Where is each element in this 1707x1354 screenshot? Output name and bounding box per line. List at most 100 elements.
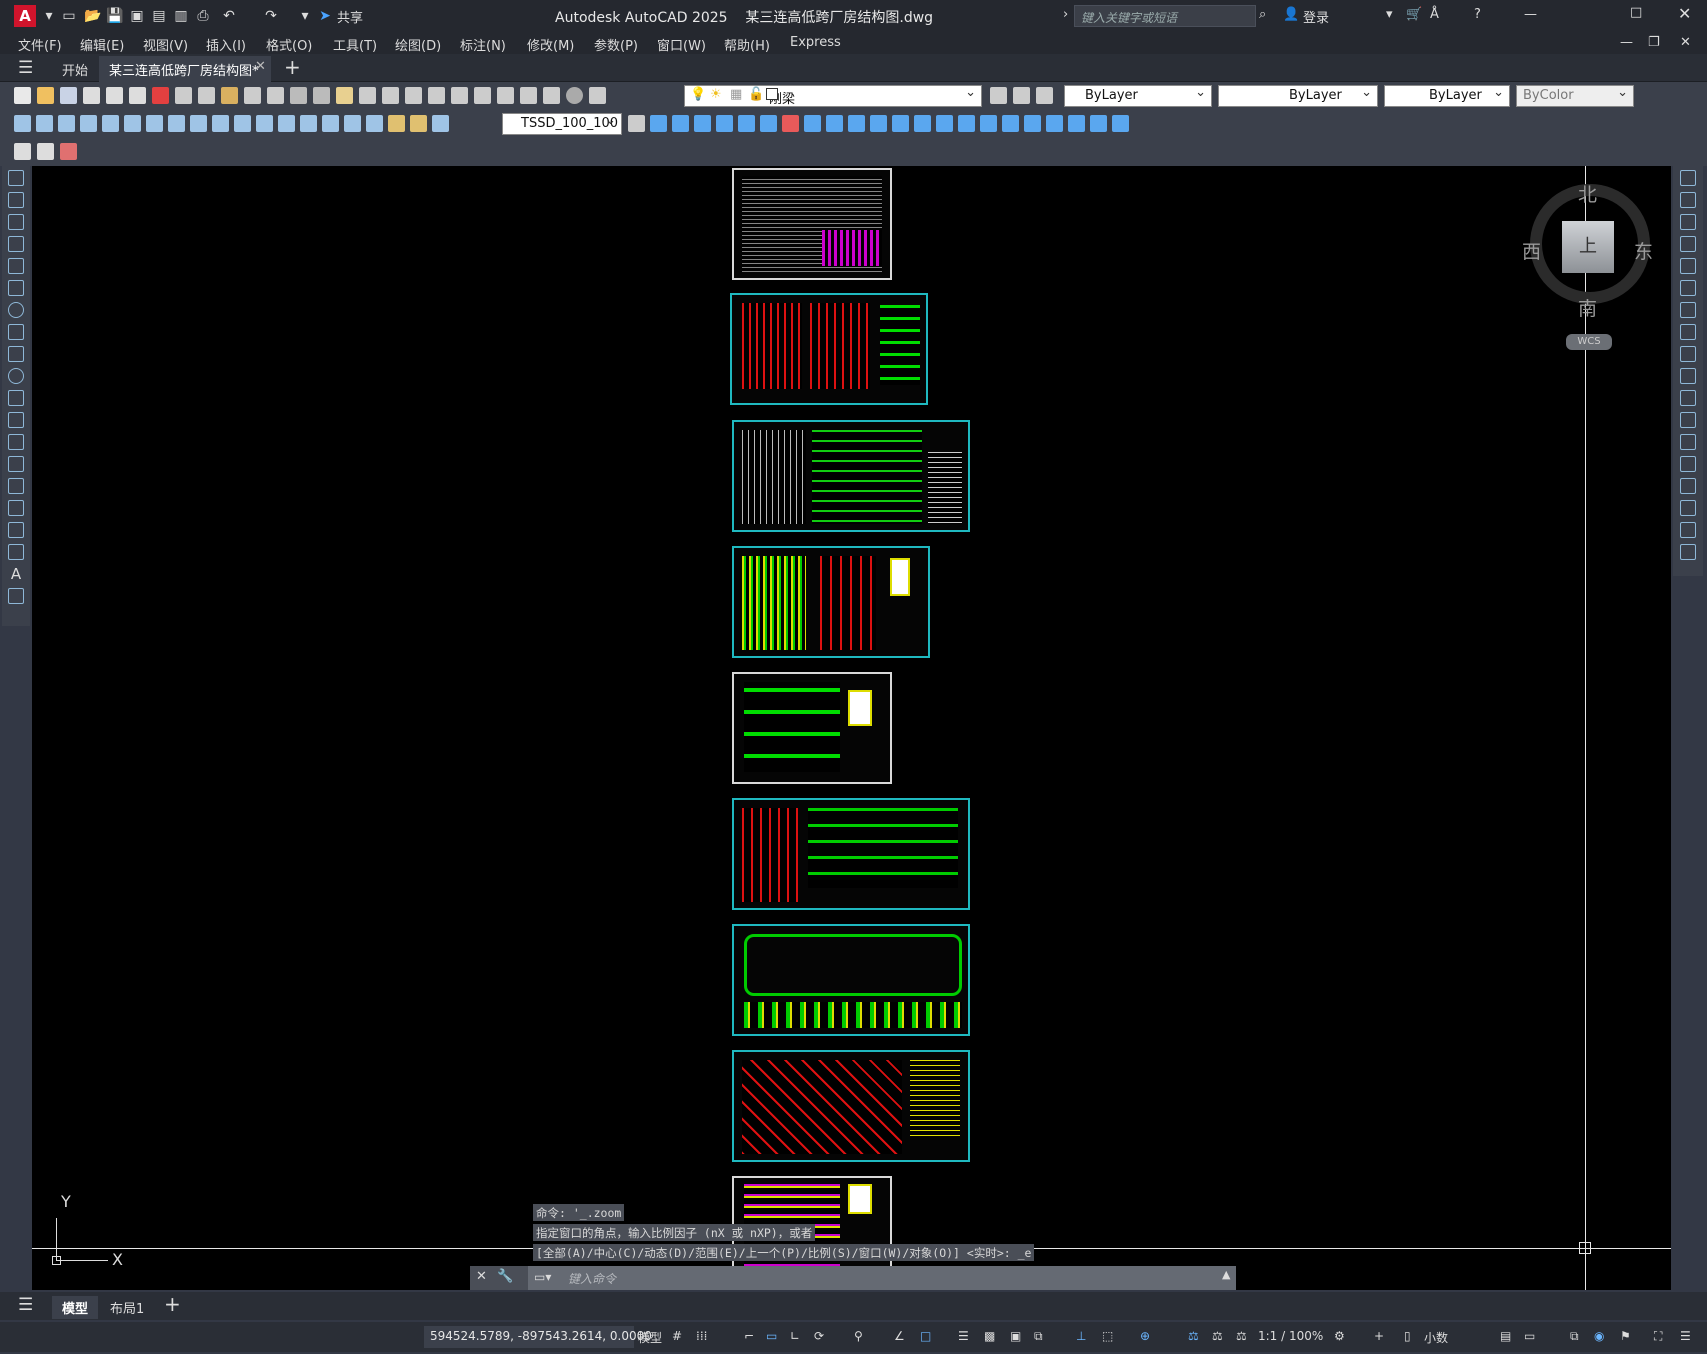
- dim-update-icon[interactable]: [432, 115, 449, 132]
- viewcube-west[interactable]: 西: [1522, 237, 1541, 264]
- extend-icon[interactable]: [870, 115, 887, 132]
- make-block-icon[interactable]: [8, 434, 24, 450]
- copy-icon[interactable]: [198, 87, 215, 104]
- point-icon[interactable]: [8, 456, 24, 472]
- construction-line-icon[interactable]: [8, 192, 24, 208]
- explode-icon[interactable]: [980, 115, 997, 132]
- lineweight-dropdown[interactable]: ByLayer: [1384, 85, 1510, 107]
- break-point-tool-icon[interactable]: [1680, 412, 1696, 428]
- tool-palettes-icon[interactable]: [474, 87, 491, 104]
- add-selected-icon[interactable]: [8, 588, 24, 604]
- gradient-icon[interactable]: [8, 500, 24, 516]
- baseline-dim-icon[interactable]: [212, 115, 229, 132]
- scale-tool-icon[interactable]: [1680, 324, 1696, 340]
- grid-icon[interactable]: #: [672, 1329, 682, 1343]
- quick-properties-icon[interactable]: ▤: [1500, 1329, 1511, 1343]
- infer-constraints-icon[interactable]: ⌐: [744, 1329, 754, 1343]
- help-icon-2[interactable]: [566, 87, 583, 104]
- trim-icon[interactable]: [848, 115, 865, 132]
- layer-dropdown[interactable]: 刚梁: [684, 85, 982, 107]
- layout-menu-icon[interactable]: ☰: [18, 1295, 33, 1315]
- menu-express[interactable]: Express: [790, 35, 841, 50]
- drawing-sheet-7[interactable]: [732, 924, 970, 1036]
- command-customize-wrench-icon[interactable]: 🔧: [497, 1269, 513, 1284]
- help-search-input[interactable]: 键入关键字或短语: [1074, 5, 1256, 27]
- annotation-scale-icon[interactable]: ⚖: [1236, 1329, 1247, 1343]
- sheet-set-icon[interactable]: [497, 87, 514, 104]
- object-snap-icon[interactable]: □: [920, 1329, 931, 1343]
- add-layout-plus-icon[interactable]: +: [164, 1292, 181, 1316]
- radius-dim-icon[interactable]: [102, 115, 119, 132]
- publish-icon[interactable]: [129, 87, 146, 104]
- cut-icon[interactable]: [175, 87, 192, 104]
- table-icon[interactable]: [8, 544, 24, 560]
- login-dropdown-icon[interactable]: ▾: [1386, 7, 1393, 22]
- command-history-toggle-icon[interactable]: ▲: [1222, 1268, 1230, 1281]
- join-tool-icon[interactable]: [1680, 456, 1696, 472]
- circle-icon[interactable]: [8, 302, 24, 318]
- pan-icon[interactable]: [336, 87, 353, 104]
- ungroup-icon[interactable]: [1024, 115, 1041, 132]
- polyline-icon[interactable]: [8, 214, 24, 230]
- rotate-tool-icon[interactable]: [1680, 302, 1696, 318]
- snap-icon[interactable]: ⁞⁞⁞: [696, 1329, 707, 1343]
- draworder-icon[interactable]: [1046, 115, 1063, 132]
- tab-start[interactable]: 开始: [52, 56, 98, 82]
- command-input[interactable]: 键入命令: [528, 1266, 1236, 1290]
- ortho-icon[interactable]: ∟: [790, 1329, 800, 1343]
- inspection-icon[interactable]: [344, 115, 361, 132]
- viewcube-east[interactable]: 东: [1634, 237, 1653, 264]
- gizmo-icon[interactable]: ⊕: [1140, 1329, 1150, 1343]
- mirror-icon[interactable]: [672, 115, 689, 132]
- plotstyle-dropdown[interactable]: ByColor: [1516, 85, 1634, 107]
- match-properties-icon[interactable]: [244, 87, 261, 104]
- dim-text-edit-icon[interactable]: [410, 115, 427, 132]
- redo-icon-2[interactable]: [313, 87, 330, 104]
- revision-cloud-icon[interactable]: [8, 324, 24, 340]
- dynamic-ucs-icon[interactable]: ⊥: [1076, 1329, 1086, 1343]
- drawing-sheet-5[interactable]: [732, 672, 892, 784]
- zoom-realtime-icon[interactable]: [359, 87, 376, 104]
- dim-edit-icon[interactable]: [388, 115, 405, 132]
- calculator-icon[interactable]: [543, 87, 560, 104]
- wcs-menu-button[interactable]: WCS: [1566, 334, 1612, 350]
- menu-dimension[interactable]: 标注(N): [460, 35, 506, 54]
- menu-parametric[interactable]: 参数(P): [594, 35, 638, 54]
- polar-tracking-icon[interactable]: ⟳: [814, 1329, 824, 1343]
- insert-block-icon[interactable]: [8, 412, 24, 428]
- transparency-icon[interactable]: ▩: [984, 1329, 995, 1343]
- angular-dim-icon[interactable]: [168, 115, 185, 132]
- zoom-window-icon[interactable]: [382, 87, 399, 104]
- stretch-icon[interactable]: [826, 115, 843, 132]
- graphics-performance-icon[interactable]: ⚑: [1620, 1329, 1631, 1343]
- chamfer-icon[interactable]: [936, 115, 953, 132]
- make-current-layer-icon[interactable]: [990, 87, 1007, 104]
- new-file-icon[interactable]: ▭: [60, 7, 78, 25]
- array-tool-icon[interactable]: [1680, 258, 1696, 274]
- units-value[interactable]: 小数: [1424, 1329, 1448, 1346]
- viewcube-top-face[interactable]: 上: [1562, 221, 1614, 273]
- selection-filter-icon[interactable]: ⬚: [1102, 1329, 1113, 1343]
- search-expand-icon[interactable]: ›: [1063, 7, 1068, 22]
- command-prompt-icon[interactable]: ▭▾: [534, 1270, 551, 1284]
- user-icon[interactable]: 👤: [1283, 7, 1299, 22]
- hatch-icon[interactable]: [8, 478, 24, 494]
- selection-cycling-icon[interactable]: ▣: [1010, 1329, 1021, 1343]
- offset-tool-icon[interactable]: [1680, 236, 1696, 252]
- layer-vp-freeze-icon[interactable]: ▦: [730, 87, 742, 102]
- erase-tool-icon[interactable]: [1680, 170, 1696, 186]
- cursor-coordinates[interactable]: 594524.5789, -897543.2614, 0.0000: [424, 1326, 652, 1348]
- quick-dim-icon[interactable]: [190, 115, 207, 132]
- app-menu-chevron-icon[interactable]: ▾: [40, 7, 58, 25]
- menu-help[interactable]: 帮助(H): [724, 35, 770, 54]
- ordinate-dim-icon[interactable]: [80, 115, 97, 132]
- layer-lock-icon[interactable]: 🔓: [748, 87, 764, 102]
- ellipse-arc-icon[interactable]: [8, 390, 24, 406]
- paste-icon[interactable]: [221, 87, 238, 104]
- annotation-visibility-icon[interactable]: ⚖: [1188, 1329, 1199, 1343]
- close-window-icon[interactable]: ✕: [1678, 4, 1691, 23]
- model-space-toggle[interactable]: 模型: [638, 1329, 662, 1346]
- annotation-monitor-icon[interactable]: +: [1374, 1329, 1384, 1343]
- layer-properties-icon[interactable]: [589, 87, 606, 104]
- ellipse-icon[interactable]: [8, 368, 24, 384]
